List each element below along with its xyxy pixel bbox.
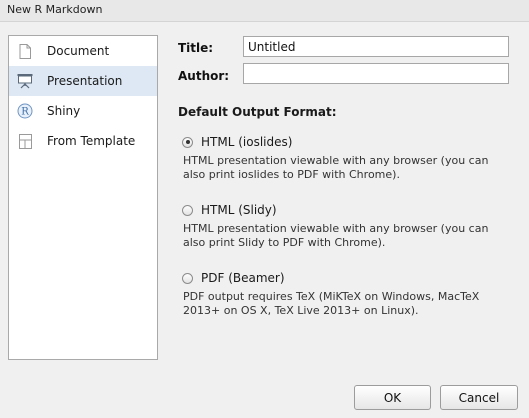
radio-button[interactable] bbox=[182, 136, 193, 148]
svg-text:R: R bbox=[21, 107, 29, 118]
template-icon bbox=[17, 133, 33, 149]
option-label[interactable]: HTML (Slidy) bbox=[201, 203, 277, 217]
option-description: PDF output requires TeX (MiKTeX on Windo… bbox=[183, 290, 513, 318]
radio-button[interactable] bbox=[182, 204, 193, 216]
option-description: HTML presentation viewable with any brow… bbox=[183, 154, 513, 182]
sidebar-item-document[interactable]: Document bbox=[9, 36, 157, 66]
sidebar-item-label: Document bbox=[47, 44, 110, 58]
format-type-list: Document Presentation R Shiny From Templ… bbox=[8, 35, 158, 360]
description-line: also print ioslides to PDF with Chrome). bbox=[183, 168, 400, 181]
description-line: also print Slidy to PDF with Chrome). bbox=[183, 236, 386, 249]
shiny-r-icon: R bbox=[17, 103, 33, 119]
author-input[interactable] bbox=[243, 63, 509, 84]
ok-button[interactable]: OK bbox=[354, 385, 431, 410]
sidebar-item-presentation[interactable]: Presentation bbox=[9, 66, 157, 96]
window-title: New R Markdown bbox=[7, 3, 103, 16]
option-html-ioslides[interactable]: HTML (ioslides) bbox=[182, 135, 292, 149]
title-input[interactable] bbox=[243, 36, 509, 57]
author-label: Author: bbox=[178, 69, 230, 83]
option-pdf-beamer[interactable]: PDF (Beamer) bbox=[182, 271, 285, 285]
default-output-format-heading: Default Output Format: bbox=[178, 105, 337, 119]
description-line: 2013+ on OS X, TeX Live 2013+ on Linux). bbox=[183, 304, 419, 317]
sidebar-item-label: Presentation bbox=[47, 74, 123, 88]
description-line: HTML presentation viewable with any brow… bbox=[183, 154, 489, 167]
option-html-slidy[interactable]: HTML (Slidy) bbox=[182, 203, 277, 217]
sidebar-item-label: From Template bbox=[47, 134, 136, 148]
option-description: HTML presentation viewable with any brow… bbox=[183, 222, 513, 250]
option-label[interactable]: PDF (Beamer) bbox=[201, 271, 285, 285]
title-label: Title: bbox=[178, 41, 214, 55]
radio-button[interactable] bbox=[182, 272, 193, 284]
description-line: PDF output requires TeX (MiKTeX on Windo… bbox=[183, 290, 480, 303]
presentation-icon bbox=[17, 73, 33, 89]
sidebar-item-label: Shiny bbox=[47, 104, 81, 118]
cancel-button[interactable]: Cancel bbox=[440, 385, 518, 410]
sidebar-item-from-template[interactable]: From Template bbox=[9, 126, 157, 156]
sidebar-item-shiny[interactable]: R Shiny bbox=[9, 96, 157, 126]
title-bar: New R Markdown bbox=[0, 0, 529, 22]
option-label[interactable]: HTML (ioslides) bbox=[201, 135, 292, 149]
description-line: HTML presentation viewable with any brow… bbox=[183, 222, 489, 235]
document-icon bbox=[17, 43, 33, 59]
